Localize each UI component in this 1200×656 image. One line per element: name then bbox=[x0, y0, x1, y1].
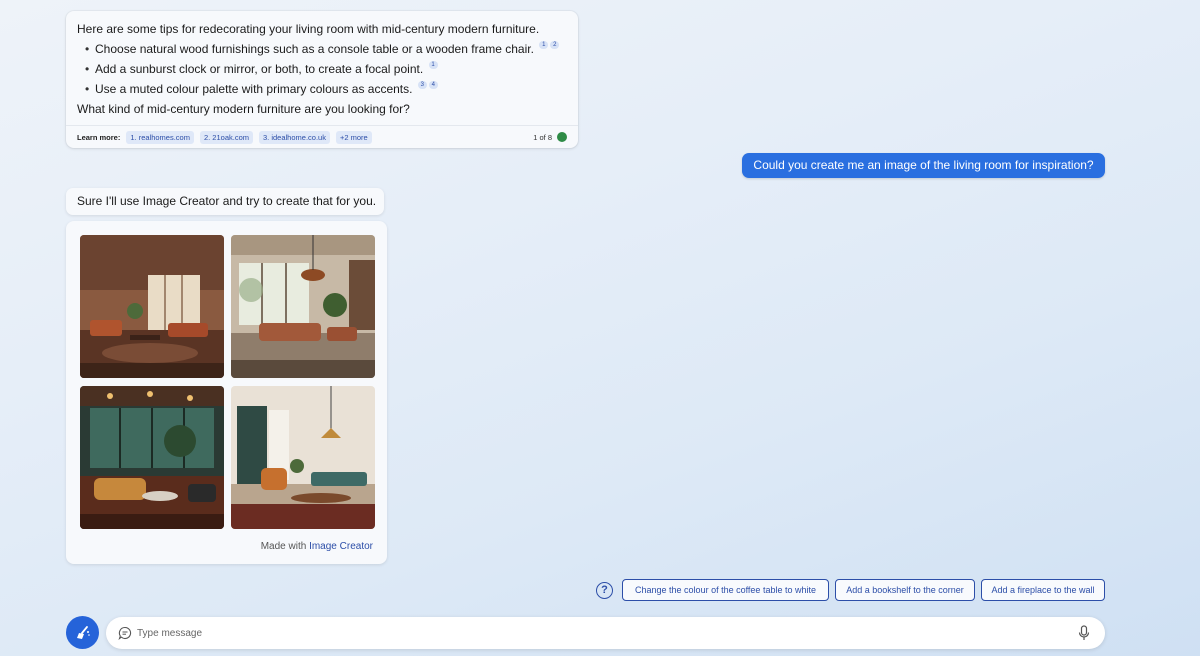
chat-bubble-icon bbox=[118, 626, 132, 640]
suggestion-chip[interactable]: Add a bookshelf to the corner bbox=[835, 579, 975, 601]
source-link[interactable]: 2. 21oak.com bbox=[199, 130, 253, 144]
broom-icon bbox=[76, 625, 90, 639]
follow-up-question: What kind of mid-century modern furnitur… bbox=[77, 102, 410, 116]
tip-text: Use a muted colour palette with primary … bbox=[95, 82, 413, 96]
tip-item: Add a sunburst clock or mirror, or both,… bbox=[85, 59, 567, 79]
citation-badge[interactable]: 2 bbox=[550, 41, 560, 49]
tip-text: Choose natural wood furnishings such as … bbox=[95, 42, 534, 56]
status-dot-icon bbox=[557, 132, 567, 142]
learn-more-row: Learn more: 1. realhomes.com 2. 21oak.co… bbox=[66, 125, 578, 148]
suggestion-chip[interactable]: Add a fireplace to the wall bbox=[981, 579, 1105, 601]
tip-item: Use a muted colour palette with primary … bbox=[85, 79, 567, 99]
tips-list: Choose natural wood furnishings such as … bbox=[77, 39, 567, 99]
made-with-prefix: Made with bbox=[260, 541, 307, 552]
learn-more-label: Learn more: bbox=[77, 132, 121, 142]
tip-text: Add a sunburst clock or mirror, or both,… bbox=[95, 62, 424, 76]
generated-image-4[interactable] bbox=[231, 386, 375, 529]
made-with-caption: Made with Image Creator bbox=[261, 541, 373, 552]
bot-message-image-creator: Sure I'll use Image Creator and try to c… bbox=[66, 188, 384, 215]
message-input-bar bbox=[106, 617, 1105, 649]
microphone-icon[interactable] bbox=[1078, 625, 1090, 641]
source-link[interactable]: 1. realhomes.com bbox=[126, 130, 194, 144]
user-message: Could you create me an image of the livi… bbox=[742, 153, 1105, 178]
image-creator-link[interactable]: Image Creator bbox=[309, 541, 373, 552]
source-link[interactable]: 3. idealhome.co.uk bbox=[259, 130, 330, 144]
more-sources-link[interactable]: +2 more bbox=[335, 130, 372, 144]
citation-badge[interactable]: 4 bbox=[428, 81, 438, 89]
citation-badge[interactable]: 1 bbox=[428, 61, 438, 69]
new-topic-button[interactable] bbox=[66, 616, 99, 649]
citation-badge[interactable]: 3 bbox=[417, 81, 427, 89]
generated-images-card: Made with Image Creator bbox=[66, 221, 387, 564]
generated-image-1[interactable] bbox=[80, 235, 224, 378]
help-icon[interactable]: ? bbox=[596, 582, 613, 599]
generated-image-2[interactable] bbox=[231, 235, 375, 378]
tip-item: Choose natural wood furnishings such as … bbox=[85, 39, 567, 59]
suggestion-chip[interactable]: Change the colour of the coffee table to… bbox=[622, 579, 829, 601]
bot-message-tips: Here are some tips for redecorating your… bbox=[66, 11, 578, 148]
generated-image-3[interactable] bbox=[80, 386, 224, 529]
response-count: 1 of 8 bbox=[533, 132, 552, 142]
message-input[interactable] bbox=[137, 623, 1037, 643]
tips-intro: Here are some tips for redecorating your… bbox=[77, 22, 540, 36]
citation-badge[interactable]: 1 bbox=[539, 41, 549, 49]
